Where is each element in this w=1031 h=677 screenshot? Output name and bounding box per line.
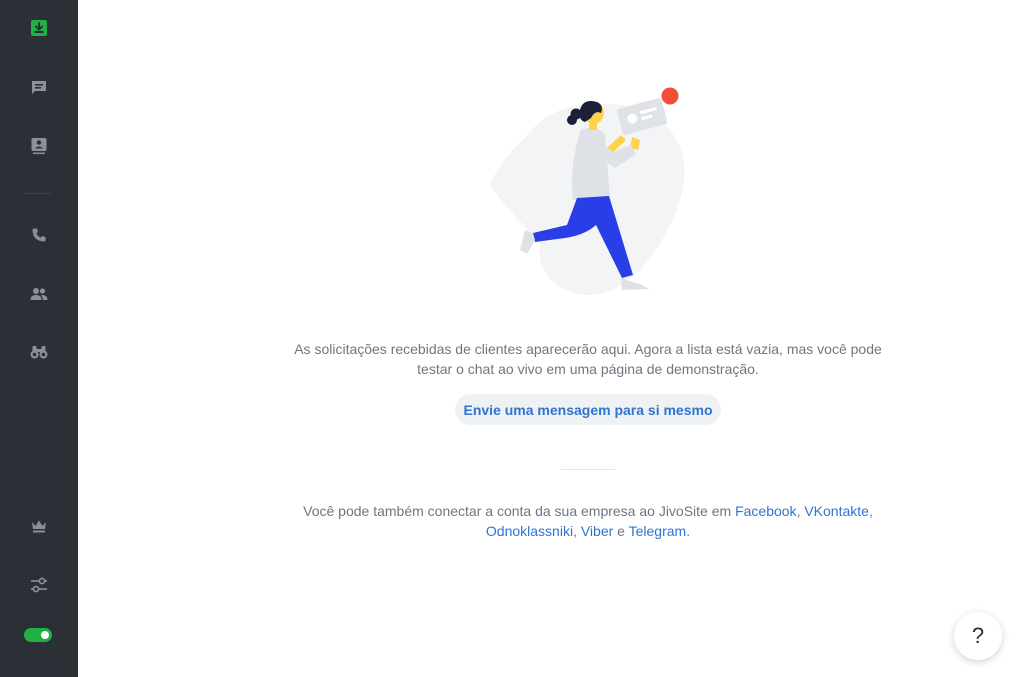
conjunction: e <box>613 523 629 539</box>
chat-icon <box>32 81 46 94</box>
sidebar-separator <box>24 193 52 194</box>
empty-state-message: As solicitações recebidas de clientes ap… <box>294 341 882 377</box>
connect-suffix: . <box>686 523 691 539</box>
viber-link[interactable]: Viber <box>581 523 613 539</box>
connect-channels-text: Você pode também conectar a conta da sua… <box>278 501 898 541</box>
section-divider <box>561 469 615 470</box>
sidebar-item-settings[interactable] <box>24 570 54 600</box>
sidebar-item-calls[interactable] <box>24 220 54 250</box>
sidebar <box>0 0 78 677</box>
crown-icon <box>32 520 46 533</box>
binoculars-icon <box>30 346 48 359</box>
team-icon <box>30 288 48 300</box>
inbox-download-icon <box>31 20 47 36</box>
sidebar-item-inbox[interactable] <box>24 13 54 43</box>
main-content: As solicitações recebidas de clientes ap… <box>78 0 1031 677</box>
separator: , <box>573 523 581 539</box>
phone-icon <box>32 228 46 242</box>
toggle-knob <box>41 631 49 639</box>
sidebar-item-contacts[interactable] <box>24 131 54 161</box>
contacts-icon <box>31 138 47 155</box>
sidebar-item-monitoring[interactable] <box>24 337 54 367</box>
facebook-link[interactable]: Facebook <box>735 503 796 519</box>
connect-prefix: Você pode também conectar a conta da sua… <box>303 503 736 519</box>
send-message-to-self-button[interactable]: Envie uma mensagem para si mesmo <box>455 394 721 425</box>
vkontakte-link[interactable]: VKontakte <box>804 503 869 519</box>
settings-sliders-icon <box>31 577 47 593</box>
status-toggle[interactable] <box>24 628 52 642</box>
odnoklassniki-link[interactable]: Odnoklassniki <box>486 523 573 539</box>
telegram-link[interactable]: Telegram <box>629 523 687 539</box>
empty-state-illustration <box>490 87 685 295</box>
separator: , <box>868 503 873 519</box>
sidebar-item-chats[interactable] <box>24 73 54 103</box>
sidebar-item-plan[interactable] <box>24 511 54 541</box>
sidebar-item-team[interactable] <box>24 279 54 309</box>
help-button[interactable]: ? <box>954 612 1002 660</box>
